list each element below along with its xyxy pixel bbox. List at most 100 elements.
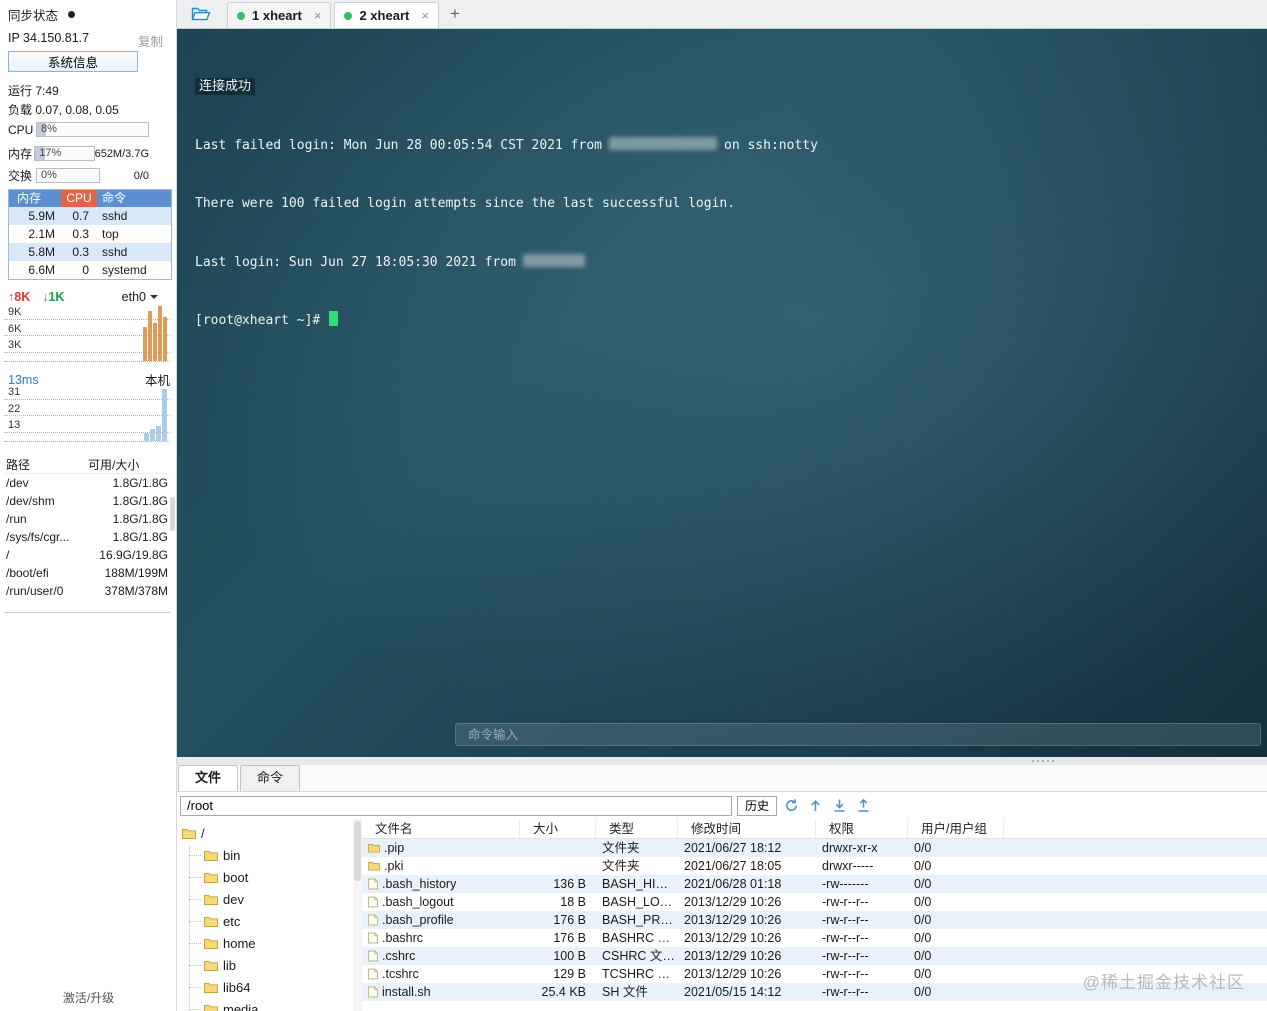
tree-item-label: lib	[223, 957, 237, 973]
tree-item[interactable]: lib	[177, 954, 353, 976]
tree-item[interactable]: lib64	[177, 976, 353, 998]
session-tab[interactable]: 2 xheart ×	[334, 2, 439, 28]
file-name-cell: .bashrc	[362, 929, 520, 947]
terminal[interactable]: 连接成功 Last failed login: Mon Jun 28 00:05…	[177, 29, 1267, 757]
disk-row: / 16.9G/19.8G	[4, 546, 170, 564]
tree-item[interactable]: boot	[177, 866, 353, 888]
network-download-rate: ↓1K	[42, 290, 65, 304]
file-row[interactable]: .bash_profile 176 B BASH_PR… 2013/12/29 …	[362, 911, 1267, 929]
open-connection-manager-button[interactable]	[185, 2, 217, 26]
folder-open-icon	[191, 7, 211, 21]
file-panel-tab[interactable]: 文件	[178, 765, 239, 791]
swap-meter: 0%	[36, 168, 100, 183]
refresh-button[interactable]	[782, 796, 801, 815]
path-input[interactable]	[180, 795, 732, 816]
disk-table-header-cell: 可用/大小	[88, 458, 140, 472]
file-table-header-cell[interactable]: 大小	[520, 819, 596, 838]
disk-path: /run	[6, 512, 27, 526]
file-panel-tab[interactable]: 命令	[240, 765, 301, 791]
file-name: .pip	[384, 841, 405, 855]
file-name-cell: .bash_logout	[362, 893, 520, 911]
file-name: .cshrc	[382, 949, 416, 963]
session-status-dot	[344, 11, 353, 20]
new-tab-button[interactable]: +	[442, 4, 468, 24]
file-owner: 0/0	[914, 877, 932, 891]
tree-item[interactable]: home	[177, 932, 353, 954]
process-mem: 5.8M	[28, 245, 55, 259]
file-size: 18 B	[560, 895, 586, 909]
copy-ip-button[interactable]: 复制	[138, 31, 163, 50]
sync-status-label: 同步状态	[8, 9, 59, 23]
process-table-header-cell[interactable]: 命令	[97, 190, 171, 207]
file-row[interactable]: .bash_logout 18 B BASH_LO… 2013/12/29 10…	[362, 893, 1267, 911]
sidebar-scrollbar-thumb[interactable]	[170, 497, 175, 531]
activate-upgrade-link[interactable]: 激活/升级	[0, 989, 177, 1006]
file-icon	[368, 986, 378, 998]
file-owner: 0/0	[914, 895, 932, 909]
disk-row: /dev 1.8G/1.8G	[4, 474, 170, 492]
file-mtime: 2013/12/29 10:26	[684, 967, 782, 981]
session-tab[interactable]: 1 xheart ×	[227, 2, 332, 28]
file-row-filler	[1004, 893, 1267, 911]
file-table-header-cell[interactable]: 用户/用户组	[908, 819, 1004, 838]
file-mtime: 2013/12/29 10:26	[684, 931, 782, 945]
history-button[interactable]: 历史	[737, 795, 778, 816]
ping-ytick: 22	[8, 402, 21, 415]
network-bar	[163, 317, 167, 361]
file-permissions: -rw-r--r--	[822, 967, 869, 981]
file-table-header-cell[interactable]: 修改时间	[678, 819, 816, 838]
process-row[interactable]: 5.8M 0.3 sshd	[9, 243, 171, 261]
tree-scrollbar[interactable]	[353, 819, 362, 1011]
process-table-header-cell[interactable]: 内存	[9, 190, 61, 207]
download-button[interactable]	[830, 796, 849, 815]
file-table-header-cell[interactable]: 类型	[596, 819, 678, 838]
file-icon	[368, 896, 378, 908]
tree-item[interactable]: dev	[177, 888, 353, 910]
disk-row: /run/user/0 378M/378M	[4, 582, 170, 600]
tree-item[interactable]: /	[177, 822, 353, 844]
process-row[interactable]: 2.1M 0.3 top	[9, 225, 171, 243]
file-owner: 0/0	[914, 985, 932, 999]
file-table-header-cell[interactable]: 权限	[816, 819, 908, 838]
file-row[interactable]: .pip 文件夹 2021/06/27 18:12 drwxr-xr-x 0/0	[362, 839, 1267, 857]
network-bar	[143, 327, 147, 361]
file-row[interactable]: .pki 文件夹 2021/06/27 18:05 drwxr----- 0/0	[362, 857, 1267, 875]
swap-meter-row: 交换 0% 0/0	[8, 167, 149, 184]
tree-scrollbar-thumb[interactable]	[354, 821, 361, 881]
file-row[interactable]: .cshrc 100 B CSHRC 文… 2013/12/29 10:26 -…	[362, 947, 1267, 965]
tree-item[interactable]: media	[177, 998, 353, 1011]
file-row[interactable]: .bashrc 176 B BASHRC … 2013/12/29 10:26 …	[362, 929, 1267, 947]
file-mtime: 2013/12/29 10:26	[684, 949, 782, 963]
upload-button[interactable]	[854, 796, 873, 815]
close-tab-icon[interactable]: ×	[314, 8, 322, 23]
tree-item-label: etc	[223, 913, 241, 929]
process-row[interactable]: 5.9M 0.7 sshd	[9, 207, 171, 225]
session-status-dot	[237, 11, 245, 20]
file-row[interactable]: .bash_history 136 B BASH_HI… 2021/06/28 …	[362, 875, 1267, 893]
memory-percent: 17%	[39, 147, 62, 159]
process-table-header-cell[interactable]: CPU	[61, 190, 97, 207]
ping-ytick: 31	[8, 386, 21, 398]
go-up-button[interactable]	[806, 796, 825, 815]
network-stats-row: ↑8K ↓1K eth0	[8, 290, 158, 304]
chart-baseline	[4, 441, 170, 442]
file-type: 文件夹	[602, 859, 640, 873]
network-upload-rate: ↑8K	[8, 290, 31, 304]
file-size	[520, 839, 596, 857]
terminal-line: Last login: Sun Jun 27 18:05:30 2021 fro…	[195, 253, 1267, 273]
disk-path: /	[6, 548, 10, 562]
file-table-header-cell[interactable]: 文件名	[362, 819, 520, 838]
file-name-cell: .bash_profile	[362, 911, 520, 929]
swap-label: 交换	[8, 169, 33, 183]
close-tab-icon[interactable]: ×	[421, 8, 429, 23]
file-size	[520, 857, 596, 875]
tree-item[interactable]: bin	[177, 844, 353, 866]
interface-selector[interactable]: eth0	[122, 290, 158, 304]
tree-item[interactable]: etc	[177, 910, 353, 932]
system-info-button[interactable]: 系统信息	[8, 51, 138, 72]
file-mtime: 2021/06/28 01:18	[684, 877, 782, 891]
command-input[interactable]	[455, 723, 1261, 746]
panel-splitter[interactable]	[177, 757, 1267, 765]
process-row[interactable]: 6.6M 0 systemd	[9, 261, 171, 279]
file-size: 176 B	[553, 913, 586, 927]
